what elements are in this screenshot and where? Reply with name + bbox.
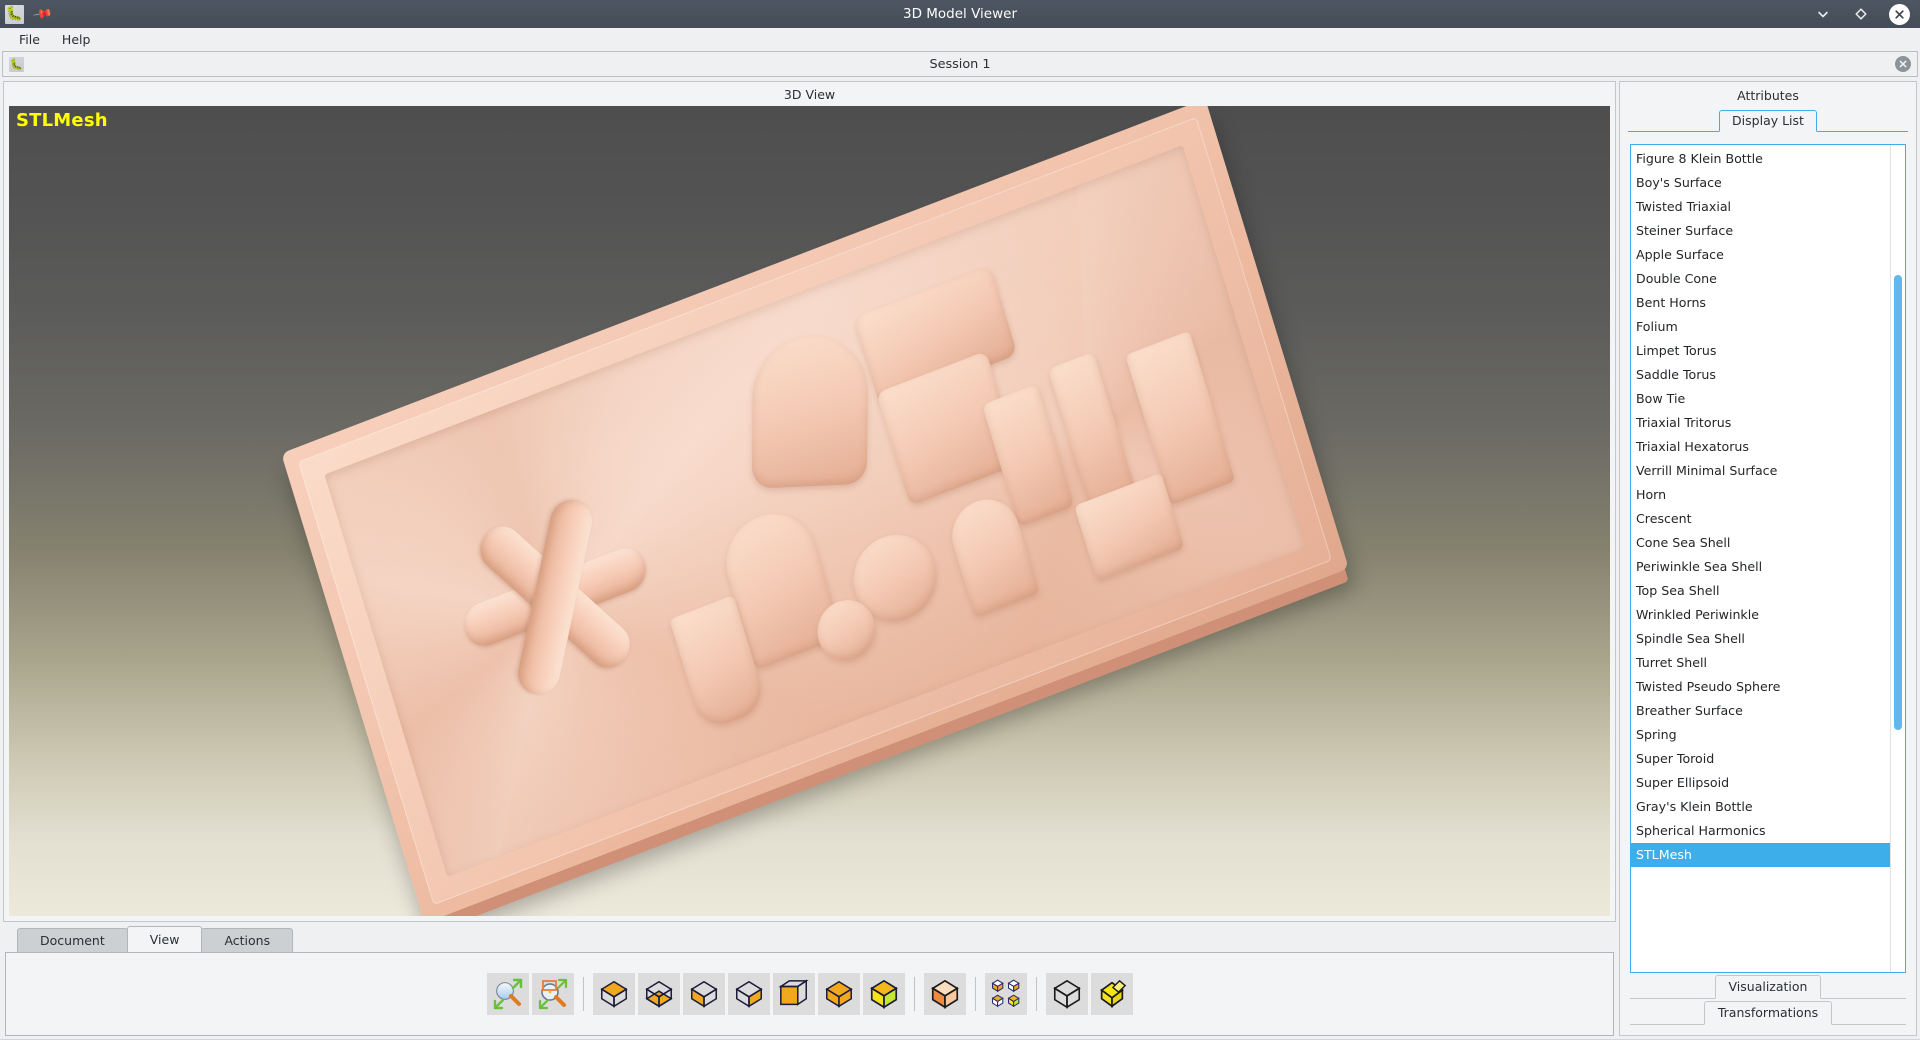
toolbar-separator: [1035, 977, 1037, 1011]
list-item[interactable]: Triaxial Hexatorus: [1631, 435, 1890, 459]
session-bug-icon: 🐛: [9, 56, 24, 72]
list-item[interactable]: Super Ellipsoid: [1631, 771, 1890, 795]
list-item[interactable]: Spring: [1631, 723, 1890, 747]
list-item[interactable]: Wrinkled Periwinkle: [1631, 603, 1890, 627]
tab-transformations[interactable]: Transformations: [1703, 1001, 1833, 1025]
left-column: 3D View STLMesh Document View Actions: [3, 81, 1616, 1036]
scrollbar-thumb[interactable]: [1894, 275, 1902, 730]
list-item[interactable]: Crescent: [1631, 507, 1890, 531]
transformations-tabrow: Transformations: [1630, 999, 1906, 1025]
list-item[interactable]: Breather Surface: [1631, 699, 1890, 723]
list-item[interactable]: Top Sea Shell: [1631, 579, 1890, 603]
list-item[interactable]: Double Cone: [1631, 267, 1890, 291]
menubar: File Help: [0, 28, 1920, 50]
menu-help[interactable]: Help: [51, 30, 102, 49]
session-title: Session 1: [929, 56, 991, 72]
list-item[interactable]: Spherical Harmonics: [1631, 819, 1890, 843]
list-item[interactable]: Bow Tie: [1631, 387, 1890, 411]
view-toolbar: [486, 973, 1133, 1015]
attributes-panel: Attributes Display List Figure 8 Klein B…: [1619, 81, 1917, 1036]
titlebar-left-icons: 🐛 📌: [0, 3, 53, 25]
list-item[interactable]: Apple Surface: [1631, 243, 1890, 267]
shaded-cube-icon[interactable]: [923, 973, 966, 1015]
stl-plaque-model: [280, 106, 1349, 916]
window-title: 3D Model Viewer: [903, 6, 1017, 22]
list-item[interactable]: Turret Shell: [1631, 651, 1890, 675]
toolbar-separator: [582, 977, 584, 1011]
window-titlebar: 🐛 📌 3D Model Viewer: [0, 0, 1920, 28]
view-axonometric-icon[interactable]: [862, 973, 905, 1015]
tab-actions[interactable]: Actions: [201, 928, 294, 952]
list-item[interactable]: STLMesh: [1631, 843, 1890, 867]
tab-visualization[interactable]: Visualization: [1714, 975, 1822, 999]
wireframe-cube-icon[interactable]: [1045, 973, 1088, 1015]
pin-icon[interactable]: 📌: [31, 3, 53, 25]
model-render: [9, 106, 1610, 916]
relief-shape: [751, 333, 868, 489]
list-item[interactable]: Twisted Pseudo Sphere: [1631, 675, 1890, 699]
attributes-tabrow: Display List: [1620, 108, 1916, 132]
list-item[interactable]: Super Toroid: [1631, 747, 1890, 771]
list-item[interactable]: Folium: [1631, 315, 1890, 339]
list-item[interactable]: Steiner Surface: [1631, 219, 1890, 243]
tab-document[interactable]: Document: [17, 928, 128, 952]
list-item[interactable]: Horn: [1631, 483, 1890, 507]
view-front-icon[interactable]: [772, 973, 815, 1015]
zoom-fit-icon[interactable]: [486, 973, 529, 1015]
view-panel: 3D View STLMesh: [3, 81, 1616, 922]
list-item[interactable]: Spindle Sea Shell: [1631, 627, 1890, 651]
menu-file[interactable]: File: [8, 30, 51, 49]
view-top-icon[interactable]: [592, 973, 635, 1015]
session-close-button[interactable]: [1895, 56, 1911, 72]
multi-view-icon[interactable]: [984, 973, 1027, 1015]
view-back-icon[interactable]: [817, 973, 860, 1015]
zoom-region-icon[interactable]: [531, 973, 574, 1015]
list-item[interactable]: Figure 8 Klein Bottle: [1631, 147, 1890, 171]
close-button[interactable]: [1889, 3, 1910, 25]
list-item[interactable]: Boy's Surface: [1631, 171, 1890, 195]
list-item[interactable]: Triaxial Tritorus: [1631, 411, 1890, 435]
3d-viewport[interactable]: STLMesh: [9, 106, 1610, 916]
attributes-bottom-tabs: Visualization Transformations: [1620, 973, 1916, 1035]
tab-view[interactable]: View: [126, 926, 203, 952]
display-list-scrollbar[interactable]: [1890, 145, 1905, 972]
list-item[interactable]: Bent Horns: [1631, 291, 1890, 315]
list-item[interactable]: Periwinkle Sea Shell: [1631, 555, 1890, 579]
minimize-button[interactable]: [1813, 4, 1833, 24]
attributes-title: Attributes: [1737, 87, 1799, 103]
visualization-tabrow: Visualization: [1630, 973, 1906, 999]
clipped-cube-icon[interactable]: [1090, 973, 1133, 1015]
view-bottom-icon[interactable]: [637, 973, 680, 1015]
list-item[interactable]: Saddle Torus: [1631, 363, 1890, 387]
toolbar-separator: [913, 977, 915, 1011]
list-item[interactable]: Cone Sea Shell: [1631, 531, 1890, 555]
view-right-icon[interactable]: [727, 973, 770, 1015]
view-panel-title: 3D View: [4, 82, 1615, 106]
list-item[interactable]: Verrill Minimal Surface: [1631, 459, 1890, 483]
bottom-tabstrip: Document View Actions: [3, 926, 1616, 952]
session-tabbar: 🐛 Session 1: [2, 51, 1918, 77]
display-list[interactable]: Figure 8 Klein Bottle Boy's Surface Twiste…: [1630, 144, 1906, 973]
list-item[interactable]: Twisted Triaxial: [1631, 195, 1890, 219]
list-item[interactable]: Limpet Torus: [1631, 339, 1890, 363]
list-item[interactable]: Gray's Klein Bottle: [1631, 795, 1890, 819]
window-controls: [1813, 3, 1920, 25]
view-toolbar-panel: [5, 952, 1614, 1036]
maximize-button[interactable]: [1851, 4, 1871, 24]
app-bug-icon: 🐛: [5, 4, 24, 24]
main-body: 3D View STLMesh Document View Actions At…: [0, 77, 1920, 1039]
bottom-panel: Document View Actions: [3, 926, 1616, 1036]
display-list-items: Figure 8 Klein Bottle Boy's Surface Twiste…: [1631, 145, 1890, 972]
toolbar-separator: [974, 977, 976, 1011]
tab-display-list[interactable]: Display List: [1719, 110, 1817, 132]
view-left-icon[interactable]: [682, 973, 725, 1015]
